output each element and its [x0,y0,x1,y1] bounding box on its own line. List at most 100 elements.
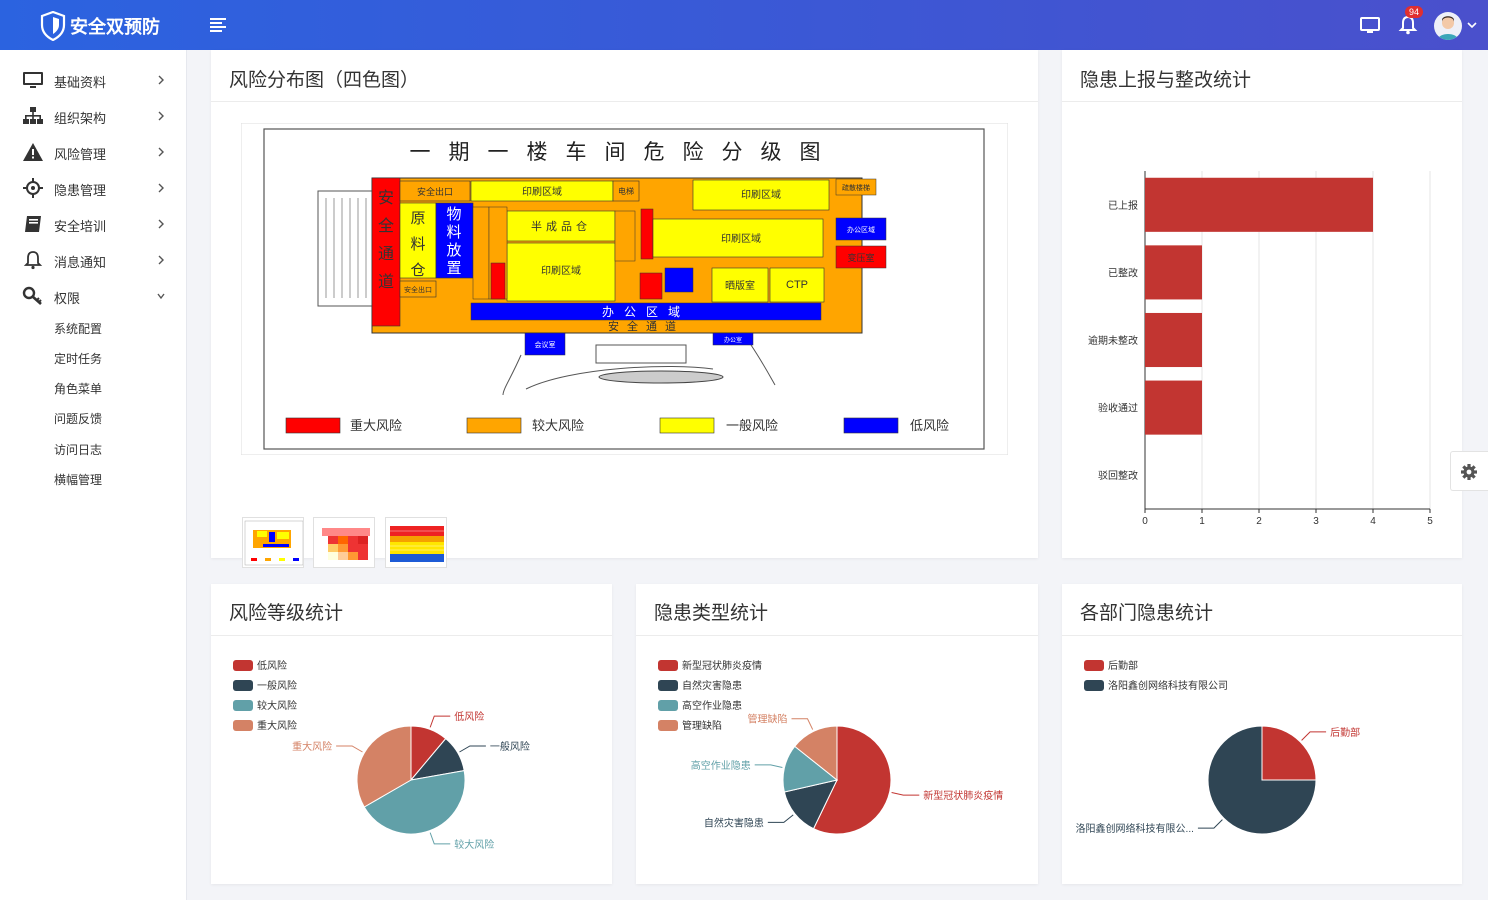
legend-swatch[interactable] [233,680,253,691]
legend-label[interactable]: 自然灾害隐患 [682,679,742,692]
pie-label-line [1197,819,1223,829]
pie-slice-label: 低风险 [454,710,484,723]
dept-hazard-card: 各部门隐患统计 后勤部 洛阳鑫创网络科技有限公司 后勤部 洛阳鑫创网络科技有限公... [1062,584,1462,884]
warning-icon [23,143,43,161]
y-category-label: 已上报 [1108,199,1138,212]
area-label: 半成品仓 [531,219,591,233]
screen-icon[interactable] [1358,14,1382,36]
pie-slice-label: 后勤部 [1330,726,1360,739]
svg-text:原: 原 [410,209,425,227]
bar[interactable] [1145,380,1202,435]
legend-label[interactable]: 后勤部 [1108,659,1138,672]
legend-swatch[interactable] [233,660,253,671]
legend-swatch[interactable] [1084,680,1104,691]
thumbnail-risk-matrix[interactable] [313,517,375,568]
legend-swatch[interactable] [1084,660,1104,671]
svg-text:物: 物 [446,205,461,223]
sidebar-item-label: 安全培训 [54,219,107,234]
pie-label-line [791,718,814,730]
bell-icon [23,251,43,270]
hazard-type-pie-chart: 新型冠状肺炎疫情自然灾害隐患高空作业隐患管理缺陷新型冠状肺炎疫情自然灾害隐患高空… [658,659,1003,835]
crosshair-icon [23,178,43,198]
y-category-label: 验收通过 [1098,402,1138,415]
subitem-access-log[interactable]: 访问日志 [54,441,102,458]
sidebar-item-permissions[interactable]: 权限 [0,279,187,313]
sidebar-item-basic-data[interactable]: 基础资料 [0,63,187,97]
subitem-feedback[interactable]: 问题反馈 [54,410,102,427]
pie-slice-label: 新型冠状肺炎疫情 [923,789,1003,802]
sidebar-item-hazard[interactable]: 隐患管理 [0,171,187,205]
legend-label[interactable]: 高空作业隐患 [682,699,742,712]
area-label: 印刷区域 [721,232,761,245]
subitem-banner[interactable]: 横幅管理 [54,471,102,488]
legend-label[interactable]: 洛阳鑫创网络科技有限公司 [1108,679,1228,692]
bar[interactable] [1145,245,1202,300]
legend-label[interactable]: 较大风险 [257,699,297,712]
sidebar-item-label: 基础资料 [54,75,107,90]
legend-swatch[interactable] [658,720,678,731]
floor-map-thumbnail-icon [244,520,303,566]
thumbnail-floor-map[interactable] [242,517,304,568]
x-tick-label: 0 [1142,516,1148,527]
svg-text:通: 通 [378,244,394,263]
legend-swatch[interactable] [233,700,253,711]
legend-label[interactable]: 新型冠状肺炎疫情 [682,659,762,672]
pie-label-line [429,832,451,845]
risk-matrix-thumbnail-icon [322,528,370,560]
pie-label-line [891,791,920,796]
bar[interactable] [1145,177,1373,232]
legend-label[interactable]: 重大风险 [257,719,297,732]
pie-slice-label: 洛阳鑫创网络科技有限公... [1076,822,1194,835]
x-tick-label: 5 [1427,516,1433,527]
pie-slice-label: 高空作业隐患 [691,759,751,772]
monitor-icon [23,72,43,88]
pie-label-line [336,745,363,753]
pie-slice-label: 重大风险 [292,740,332,753]
legend-swatch[interactable] [658,680,678,691]
legend-swatch[interactable] [233,720,253,731]
legend-swatch[interactable] [658,700,678,711]
area-label: 办公区域 [602,304,690,319]
legend-swatch[interactable] [658,660,678,671]
area-label: 印刷区域 [541,264,581,277]
y-category-label: 已整改 [1108,266,1138,279]
legend-label[interactable]: 低风险 [257,659,287,672]
sidebar-item-label: 风险管理 [54,147,107,162]
bar[interactable] [1145,312,1202,368]
sidebar-item-training[interactable]: 安全培训 [0,207,187,241]
risk-map-card: 风险分布图（四色图） 一期一楼车间危险分级图 安 全 通 道 安全出口 原 料 … [211,50,1038,568]
legend-label[interactable]: 一般风险 [257,679,297,692]
menu-toggle-icon[interactable] [208,16,230,34]
sidebar-item-notifications[interactable]: 消息通知 [0,243,187,277]
risk-floor-map[interactable]: 一期一楼车间危险分级图 安 全 通 道 安全出口 原 料 仓 物 料 放 置 安… [241,123,1008,455]
pie-slice-label: 较大风险 [454,838,494,851]
subitem-role-menu[interactable]: 角色菜单 [54,380,102,397]
area-label: 晒版室 [725,279,755,292]
sidebar: 基础资料 组织架构 风险管理 隐患管理 安全培训 消息通知 权限 系统配置 定时… [0,50,187,900]
org-chart-icon [23,107,43,124]
chevron-right-icon [158,255,164,265]
map-legend-label: 重大风险 [350,418,402,434]
user-avatar[interactable] [1434,12,1462,40]
legend-label[interactable]: 管理缺陷 [682,719,722,732]
chevron-right-icon [158,111,164,121]
sidebar-item-risk[interactable]: 风险管理 [0,135,187,169]
area-label: CTP [786,279,808,291]
y-category-label: 驳回整改 [1098,469,1138,482]
chevron-down-icon[interactable] [1466,20,1478,30]
sidebar-item-label: 组织架构 [54,111,107,126]
sidebar-item-organization[interactable]: 组织架构 [0,99,187,133]
map-legend-label: 一般风险 [726,418,778,434]
x-tick-label: 2 [1256,516,1262,527]
pie-slice-label: 自然灾害隐患 [704,816,764,829]
app-title: 安全双预防 [70,17,160,37]
area-label: 疏散楼梯 [842,183,870,192]
top-header: 安全双预防 94 [0,0,1488,50]
settings-tab[interactable] [1450,451,1488,491]
thumbnail-risk-table[interactable] [385,517,447,568]
brand[interactable]: 安全双预防 [40,10,160,42]
subitem-system-config[interactable]: 系统配置 [54,320,102,337]
risk-level-pie-chart: 低风险一般风险较大风险重大风险低风险一般风险较大风险重大风险 [233,659,530,851]
shield-logo-icon [40,11,66,41]
subitem-scheduled-tasks[interactable]: 定时任务 [54,350,102,367]
